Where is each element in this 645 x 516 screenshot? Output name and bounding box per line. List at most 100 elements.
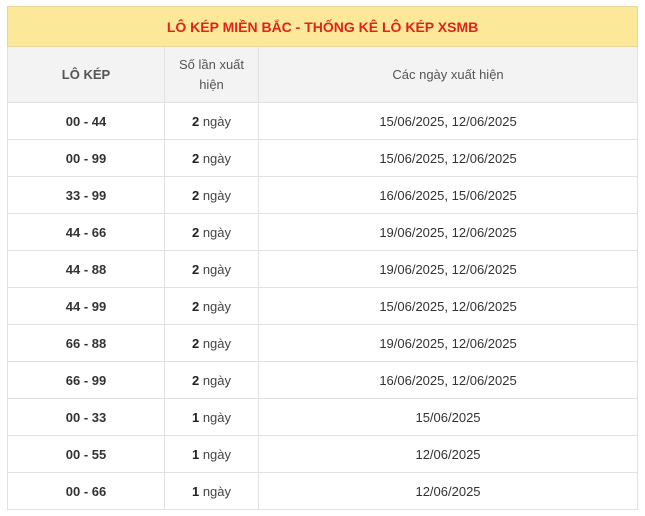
count-cell: 2 ngày — [164, 176, 259, 214]
count-value: 1 — [191, 446, 200, 462]
table-title-row: LÔ KÉP MIỀN BẮC - THỐNG KÊ LÔ KÉP XSMB — [6, 6, 639, 47]
count-cell: 2 ngày — [164, 361, 259, 399]
pair-cell: 44 - 88 — [7, 250, 165, 288]
count-value: 2 — [191, 113, 200, 129]
date-link[interactable]: 12/06/2025 — [452, 225, 517, 240]
table-row: 44 - 66 2 ngày 19/06/2025, 12/06/2025 — [7, 213, 639, 251]
date-separator: , — [444, 372, 449, 388]
date-separator: , — [444, 335, 449, 351]
dates-cell: 16/06/2025, 12/06/2025 — [257, 361, 639, 399]
table-row: 66 - 99 2 ngày 16/06/2025, 12/06/2025 — [7, 361, 639, 399]
count-cell: 2 ngày — [164, 102, 259, 140]
count-value: 2 — [191, 224, 200, 240]
pair-cell: 44 - 99 — [7, 287, 165, 325]
count-value: 1 — [191, 483, 200, 499]
date-link[interactable]: 12/06/2025 — [452, 262, 517, 277]
count-unit: ngày — [202, 187, 232, 203]
count-cell: 2 ngày — [164, 287, 259, 325]
date-link[interactable]: 12/06/2025 — [452, 299, 517, 314]
date-separator: , — [444, 298, 449, 314]
date-link[interactable]: 15/06/2025 — [452, 188, 517, 203]
date-separator: , — [444, 113, 449, 129]
pair-cell: 00 - 33 — [7, 398, 165, 436]
count-value: 2 — [191, 298, 200, 314]
date-link[interactable]: 12/06/2025 — [452, 373, 517, 388]
count-unit: ngày — [202, 409, 232, 425]
table-row: 33 - 99 2 ngày 16/06/2025, 15/06/2025 — [7, 176, 639, 214]
date-link[interactable]: 15/06/2025 — [379, 114, 444, 129]
pair-cell: 66 - 99 — [7, 361, 165, 399]
count-unit: ngày — [202, 113, 232, 129]
count-cell: 1 ngày — [164, 435, 259, 473]
pair-cell: 00 - 66 — [7, 472, 165, 510]
table-row: 00 - 44 2 ngày 15/06/2025, 12/06/2025 — [7, 102, 639, 140]
count-value: 2 — [191, 261, 200, 277]
dates-cell: 15/06/2025, 12/06/2025 — [257, 139, 639, 177]
date-separator: , — [444, 261, 449, 277]
date-link[interactable]: 12/06/2025 — [415, 447, 480, 462]
date-separator: , — [444, 187, 449, 203]
date-separator: , — [444, 150, 449, 166]
count-unit: ngày — [202, 483, 232, 499]
lo-kep-table: LÔ KÉP MIỀN BẮC - THỐNG KÊ LÔ KÉP XSMB L… — [6, 6, 639, 510]
stats-table-container: LÔ KÉP MIỀN BẮC - THỐNG KÊ LÔ KÉP XSMB L… — [6, 6, 639, 510]
count-value: 2 — [191, 150, 200, 166]
count-unit: ngày — [202, 335, 232, 351]
date-link[interactable]: 19/06/2025 — [379, 225, 444, 240]
date-link[interactable]: 15/06/2025 — [379, 299, 444, 314]
pair-cell: 66 - 88 — [7, 324, 165, 362]
table-row: 00 - 99 2 ngày 15/06/2025, 12/06/2025 — [7, 139, 639, 177]
count-cell: 1 ngày — [164, 472, 259, 510]
count-unit: ngày — [202, 298, 232, 314]
dates-cell: 15/06/2025 — [257, 398, 639, 436]
table-row: 00 - 55 1 ngày 12/06/2025 — [7, 435, 639, 473]
count-unit: ngày — [202, 224, 232, 240]
date-link[interactable]: 12/06/2025 — [452, 151, 517, 166]
date-separator: , — [444, 224, 449, 240]
count-cell: 1 ngày — [164, 398, 259, 436]
date-link[interactable]: 15/06/2025 — [379, 151, 444, 166]
pair-cell: 00 - 99 — [7, 139, 165, 177]
dates-cell: 12/06/2025 — [257, 435, 639, 473]
count-cell: 2 ngày — [164, 324, 259, 362]
dates-cell: 19/06/2025, 12/06/2025 — [257, 324, 639, 362]
table-row: 66 - 88 2 ngày 19/06/2025, 12/06/2025 — [7, 324, 639, 362]
pair-cell: 00 - 44 — [7, 102, 165, 140]
date-link[interactable]: 12/06/2025 — [452, 114, 517, 129]
table-row: 44 - 88 2 ngày 19/06/2025, 12/06/2025 — [7, 250, 639, 288]
table-header-row: LÔ KÉP Số lần xuất hiện Các ngày xuất hi… — [7, 46, 639, 103]
dates-cell: 16/06/2025, 15/06/2025 — [257, 176, 639, 214]
dates-cell: 12/06/2025 — [257, 472, 639, 510]
count-value: 1 — [191, 409, 200, 425]
count-unit: ngày — [202, 261, 232, 277]
dates-cell: 19/06/2025, 12/06/2025 — [257, 213, 639, 251]
date-link[interactable]: 16/06/2025 — [379, 373, 444, 388]
table-row: 44 - 99 2 ngày 15/06/2025, 12/06/2025 — [7, 287, 639, 325]
date-link[interactable]: 16/06/2025 — [379, 188, 444, 203]
count-unit: ngày — [202, 372, 232, 388]
pair-cell: 00 - 55 — [7, 435, 165, 473]
pair-cell: 44 - 66 — [7, 213, 165, 251]
count-value: 2 — [191, 372, 200, 388]
date-link[interactable]: 12/06/2025 — [452, 336, 517, 351]
dates-cell: 19/06/2025, 12/06/2025 — [257, 250, 639, 288]
dates-cell: 15/06/2025, 12/06/2025 — [257, 287, 639, 325]
header-pair: LÔ KÉP — [7, 46, 165, 103]
date-link[interactable]: 12/06/2025 — [415, 484, 480, 499]
table-row: 00 - 33 1 ngày 15/06/2025 — [7, 398, 639, 436]
date-link[interactable]: 19/06/2025 — [379, 262, 444, 277]
count-value: 2 — [191, 335, 200, 351]
count-cell: 2 ngày — [164, 213, 259, 251]
count-cell: 2 ngày — [164, 250, 259, 288]
header-dates: Các ngày xuất hiện — [257, 46, 639, 103]
table-row: 00 - 66 1 ngày 12/06/2025 — [7, 472, 639, 510]
count-value: 2 — [191, 187, 200, 203]
header-count: Số lần xuất hiện — [164, 46, 259, 103]
dates-cell: 15/06/2025, 12/06/2025 — [257, 102, 639, 140]
count-cell: 2 ngày — [164, 139, 259, 177]
count-unit: ngày — [202, 150, 232, 166]
count-unit: ngày — [202, 446, 232, 462]
date-link[interactable]: 15/06/2025 — [415, 410, 480, 425]
table-title: LÔ KÉP MIỀN BẮC - THỐNG KÊ LÔ KÉP XSMB — [6, 6, 639, 47]
date-link[interactable]: 19/06/2025 — [379, 336, 444, 351]
